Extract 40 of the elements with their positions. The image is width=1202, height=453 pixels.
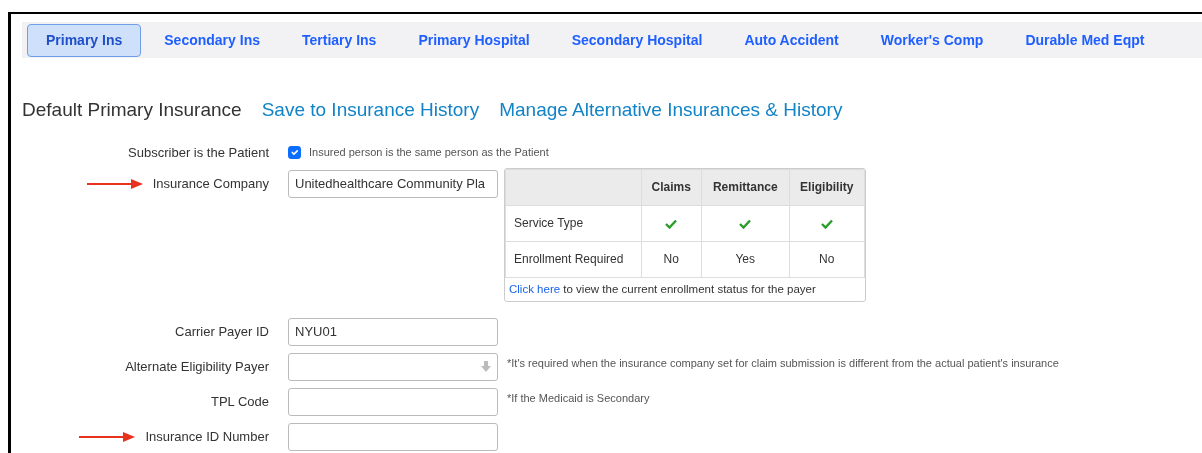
- table-cell: No: [789, 241, 865, 277]
- tab[interactable]: Secondary Hospital: [552, 23, 722, 57]
- dropdown-field[interactable]: [288, 352, 498, 381]
- input-field[interactable]: [288, 387, 498, 416]
- input-field[interactable]: [288, 422, 498, 451]
- tab[interactable]: Primary Hospital: [399, 23, 549, 57]
- field-label: Insurance Company: [152, 174, 269, 193]
- tab[interactable]: Secondary Ins: [145, 23, 279, 57]
- section-title: Default Primary Insurance: [22, 98, 242, 122]
- link[interactable]: Manage Alternative Insurances & History: [499, 96, 843, 125]
- field-label: Alternate Eligibility Payer: [125, 358, 269, 376]
- checkbox-label: Insured person is the same person as the Patient: [309, 145, 549, 161]
- table-cell: Yes: [701, 241, 790, 277]
- checkmark-icon: [665, 218, 678, 229]
- tab[interactable]: Tertiary Ins: [282, 23, 396, 57]
- link[interactable]: Save to Insurance History: [261, 96, 480, 125]
- field-label: Carrier Payer ID: [175, 323, 269, 341]
- checkbox[interactable]: [288, 146, 301, 159]
- tab[interactable]: Durable Med Eqpt: [1006, 23, 1164, 57]
- footer-text: Click here to view the current enrollment status for the payer: [508, 281, 817, 297]
- hint-text: *If the Medicaid is Secondary: [507, 390, 650, 406]
- field-label: Insurance ID Number: [145, 428, 269, 446]
- tab[interactable]: Worker's Comp: [861, 23, 1003, 57]
- checkmark-icon: [820, 218, 833, 229]
- checkmark-icon: [739, 218, 752, 229]
- tab[interactable]: Primary Ins: [27, 23, 142, 57]
- down-arrow-icon: [481, 361, 491, 373]
- tab[interactable]: Auto Accident: [725, 23, 858, 57]
- field-label: TPL Code: [210, 393, 269, 411]
- link[interactable]: Click here: [509, 282, 561, 295]
- column-header: Remittance: [701, 169, 790, 205]
- row-label: Service Type: [505, 205, 642, 241]
- input-field[interactable]: Unitedhealthcare Community Pla: [288, 169, 498, 198]
- column-header: Eligibility: [789, 169, 865, 205]
- input-field[interactable]: NYU01: [288, 317, 498, 346]
- table-cell: No: [641, 241, 702, 277]
- row-label: Enrollment Required: [505, 241, 642, 277]
- hint-text: *It's required when the insurance company set for claim submission is different from the actual patient's insurance: [507, 355, 1059, 371]
- field-label: Subscriber is the Patient: [128, 143, 269, 162]
- column-header: Claims: [641, 169, 702, 205]
